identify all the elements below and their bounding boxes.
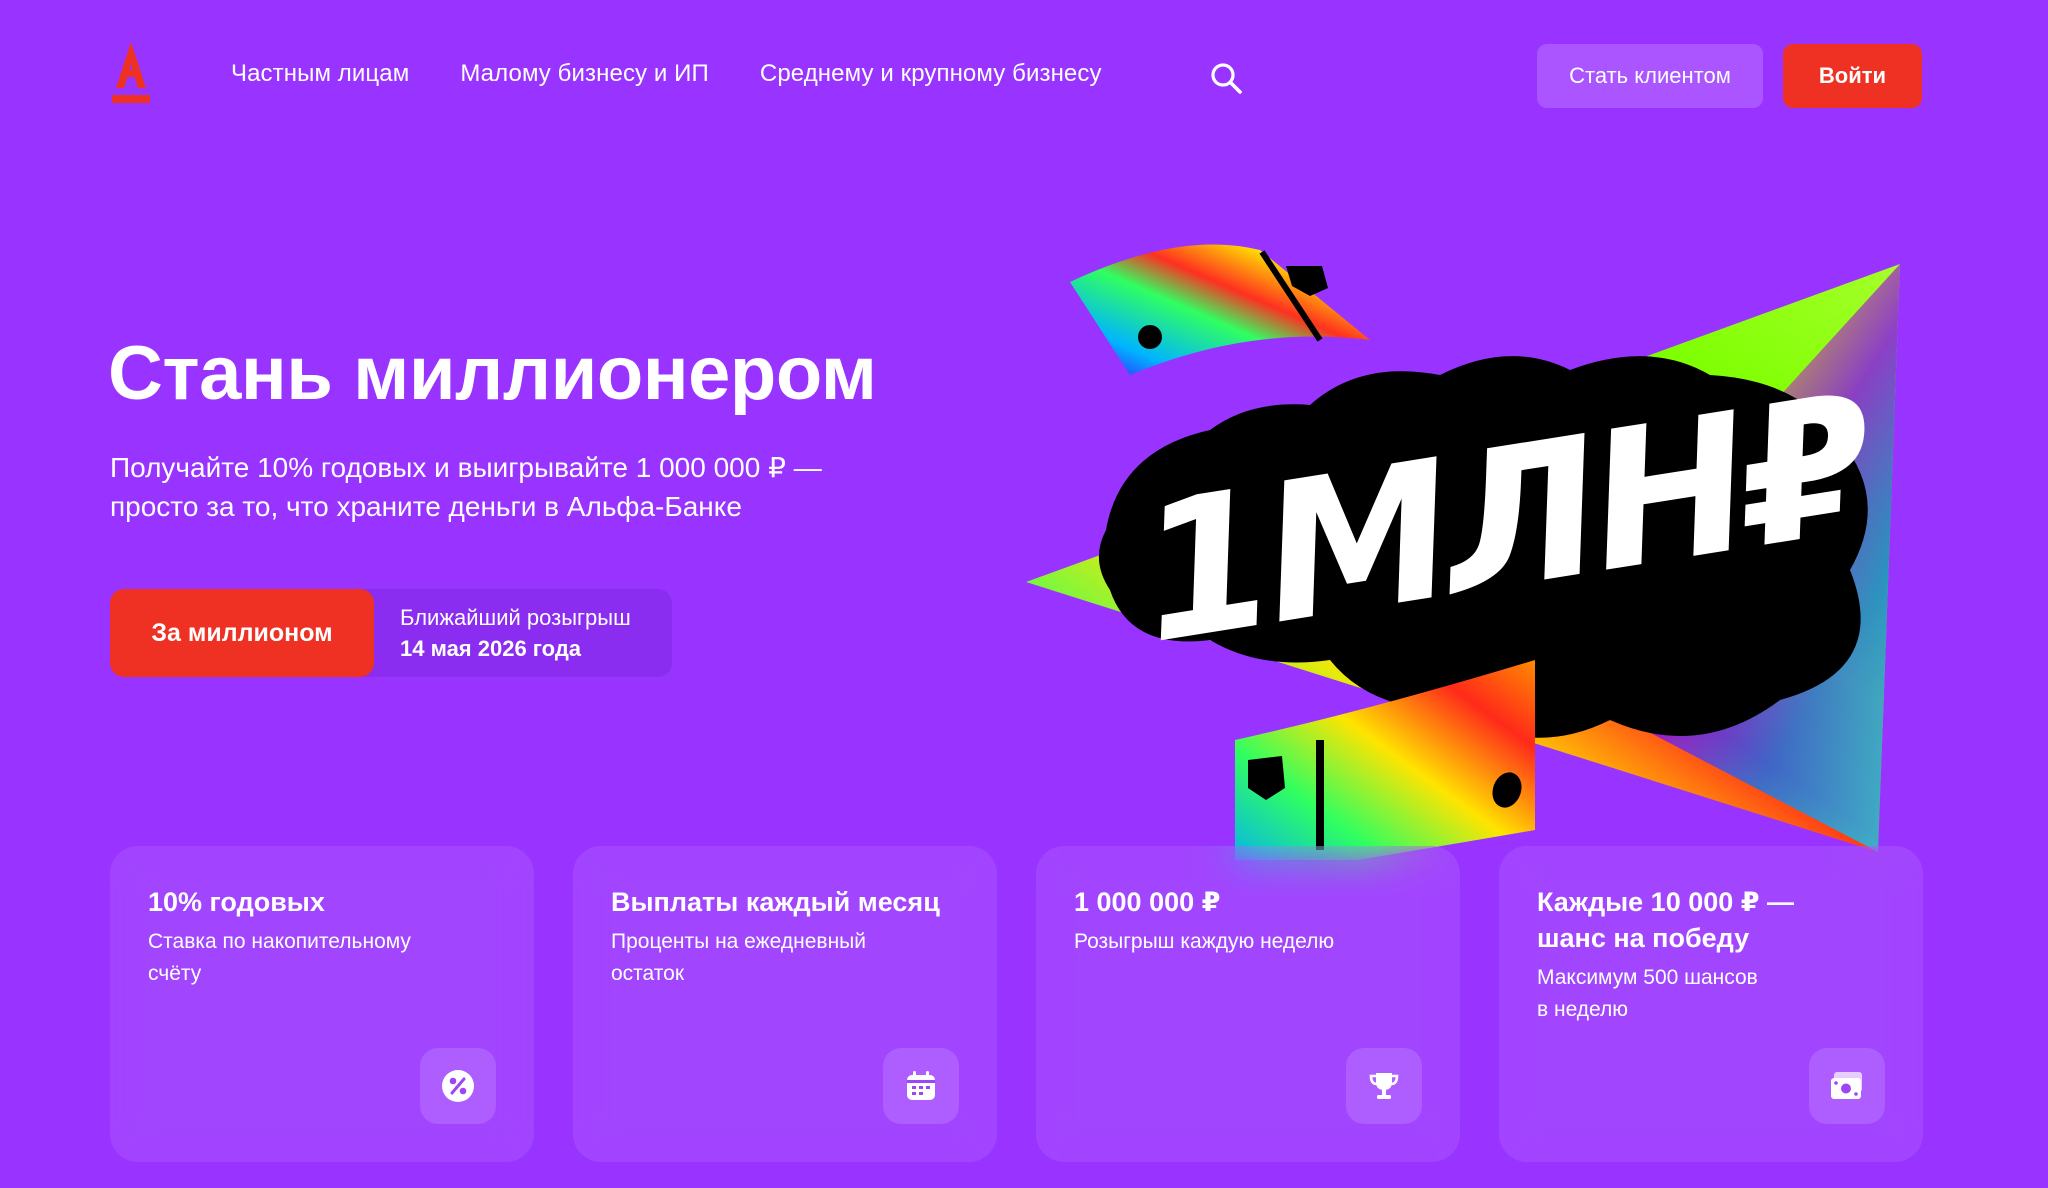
alfa-logo-icon[interactable] xyxy=(108,42,154,108)
card-text: Розыгрыш каждую неделю xyxy=(1074,926,1420,958)
card-text: Проценты на ежедневный остаток xyxy=(611,926,957,990)
card-text-line: счёту xyxy=(148,962,202,985)
get-million-button[interactable]: За миллионом xyxy=(110,589,374,677)
percent-icon xyxy=(420,1048,496,1124)
nav-item-private[interactable]: Частным лицам xyxy=(231,60,409,88)
card-title-line: шанс на победу xyxy=(1537,923,1750,953)
card-text-line: Ставка по накопительному xyxy=(148,930,411,953)
card-text-line: в неделю xyxy=(1537,998,1629,1021)
hero-title: Стань миллионером xyxy=(108,331,877,416)
feature-card-payments: Выплаты каждый месяц Проценты на ежеднев… xyxy=(573,846,997,1162)
card-title: Каждые 10 000 ₽ — шанс на победу xyxy=(1537,884,1899,956)
card-title-line: Каждые 10 000 ₽ — xyxy=(1537,887,1795,917)
cta-group: За миллионом Ближайший розыгрыш 14 мая 2… xyxy=(110,589,672,677)
card-title: 10% годовых xyxy=(148,887,325,917)
card-text-line: остаток xyxy=(611,962,685,985)
trophy-icon xyxy=(1346,1048,1422,1124)
card-text-line: Розыгрыш каждую неделю xyxy=(1074,930,1335,953)
card-text-line: Проценты на ежедневный xyxy=(611,930,866,953)
card-text: Максимум 500 шансов в неделю xyxy=(1537,962,1883,1026)
feature-card-draw: 1 000 000 ₽ Розыгрыш каждую неделю xyxy=(1036,846,1460,1162)
calendar-icon xyxy=(883,1048,959,1124)
nav-item-small-business[interactable]: Малому бизнесу и ИП xyxy=(460,60,709,88)
hero-subtitle: Получайте 10% годовых и выигрывайте 1 00… xyxy=(110,448,870,526)
money-icon xyxy=(1809,1048,1885,1124)
card-text-line: Максимум 500 шансов xyxy=(1537,966,1758,989)
main-nav: Частным лицам Малому бизнесу и ИП Средне… xyxy=(231,60,1153,88)
become-client-button[interactable]: Стать клиентом xyxy=(1537,44,1763,108)
search-icon[interactable] xyxy=(1208,60,1244,96)
hero-subtitle-line: Получайте 10% годовых и выигрывайте 1 00… xyxy=(110,452,822,483)
card-title: 1 000 000 ₽ xyxy=(1074,887,1221,917)
million-rubles-illustration: 1МЛН₽ xyxy=(1026,244,1900,860)
feature-card-rate: 10% годовых Ставка по накопительному счё… xyxy=(110,846,534,1162)
next-draw-label: Ближайший розыгрыш xyxy=(400,605,631,630)
login-button[interactable]: Войти xyxy=(1783,44,1922,108)
card-text: Ставка по накопительному счёту xyxy=(148,926,494,990)
nav-item-corporate[interactable]: Среднему и крупному бизнесу xyxy=(760,60,1102,88)
page: Частным лицам Малому бизнесу и ИП Средне… xyxy=(0,0,2048,1188)
feature-card-chances: Каждые 10 000 ₽ — шанс на победу Максиму… xyxy=(1499,846,1923,1162)
card-title: Выплаты каждый месяц xyxy=(611,887,940,917)
next-draw-date: 14 мая 2026 года xyxy=(400,636,582,661)
hero-subtitle-line: просто за то, что храните деньги в Альфа… xyxy=(110,491,742,522)
